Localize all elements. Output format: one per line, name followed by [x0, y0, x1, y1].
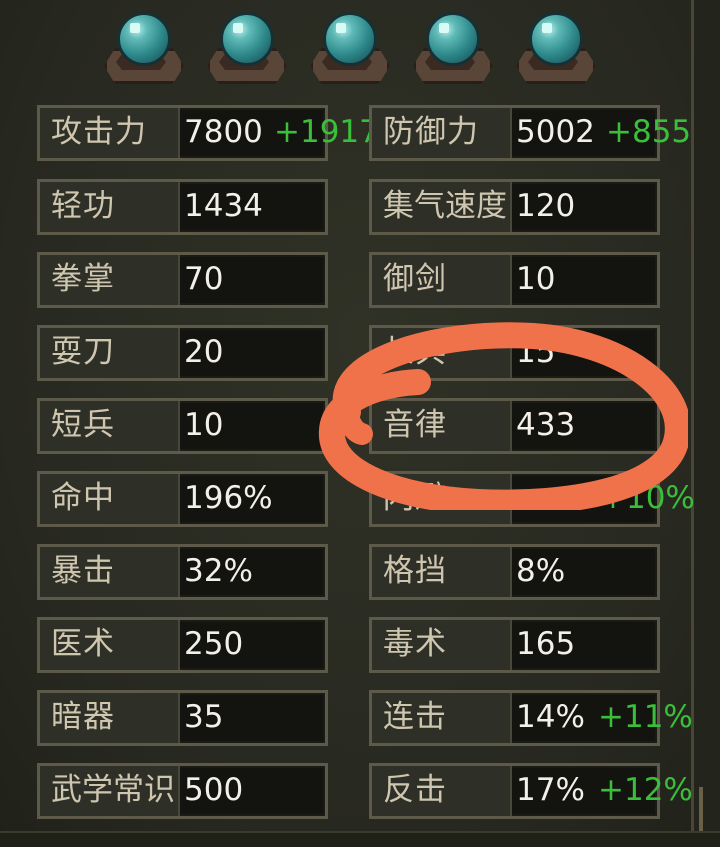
stat-row-crit: 暴击 32%: [37, 544, 328, 600]
stat-label: 集气速度: [383, 188, 507, 224]
stat-value: 433: [516, 407, 576, 443]
stat-value: 120: [516, 188, 576, 224]
stat-label: 御剑: [383, 261, 447, 297]
stat-row-combo: 连击 14% +11%: [369, 690, 693, 746]
stat-bonus: +12%: [598, 772, 693, 808]
stat-bonus: +11%: [598, 699, 693, 735]
stat-value: 32%: [184, 553, 253, 589]
stat-label: 暗器: [51, 699, 115, 735]
orb-slots: [100, 8, 620, 92]
stat-value: 1434: [184, 188, 263, 224]
stat-row-lightness: 轻功 1434: [37, 179, 328, 235]
stat-row-attack: 攻击力 7800 +1917: [37, 105, 379, 161]
panel-right-border: [691, 0, 720, 847]
stat-row-poison: 毒术 165: [369, 617, 660, 673]
stat-row-hit: 命中 196%: [37, 471, 328, 527]
stat-row-block: 格挡 8%: [369, 544, 660, 600]
stat-label: 连击: [383, 699, 447, 735]
stat-label: 音律: [383, 407, 447, 443]
stat-bonus: +855: [606, 114, 692, 150]
stat-row-counter: 反击 17% +12%: [369, 763, 693, 819]
teal-orb-icon[interactable]: [203, 8, 287, 92]
stat-row-charge-speed: 集气速度 120: [369, 179, 660, 235]
stat-row-short-weapon: 短兵 10: [37, 398, 328, 454]
stat-bonus: +1917: [274, 114, 379, 150]
stat-value: 165: [516, 626, 576, 662]
teal-orb-icon[interactable]: [409, 8, 493, 92]
stat-row-martial-knowledge: 武学常识 500: [37, 763, 328, 819]
stat-row-fist: 拳掌 70: [37, 252, 328, 308]
stat-value: 14%: [516, 699, 585, 735]
stat-label: 命中: [51, 480, 115, 516]
stat-row-hidden-weapon: 暗器 35: [37, 690, 328, 746]
stat-row-sword: 御剑 10: [369, 252, 660, 308]
stat-label: 格挡: [383, 553, 447, 589]
teal-orb-icon[interactable]: [100, 8, 184, 92]
stat-value: 10: [516, 261, 556, 297]
stat-value: 10: [184, 407, 224, 443]
stat-label: 防御力: [383, 114, 479, 150]
stat-value: 7800: [184, 114, 263, 150]
stat-row-blade: 耍刀 20: [37, 325, 328, 381]
stat-row-defense: 防御力 5002 +855: [369, 105, 691, 161]
stat-value: 500: [184, 772, 244, 808]
stat-value: 5002: [516, 114, 595, 150]
stat-label: 医术: [51, 626, 115, 662]
stat-row-long-weapon: 长兵 15: [369, 325, 660, 381]
teal-orb-icon[interactable]: [306, 8, 390, 92]
stat-value: 70: [184, 261, 224, 297]
stat-label: 短兵: [51, 407, 115, 443]
stat-label: 闪避: [383, 480, 447, 516]
stat-label: 武学常识: [51, 772, 175, 808]
stat-row-dodge: 闪避 +10%: [369, 471, 695, 527]
stat-label: 暴击: [51, 553, 115, 589]
stat-label: 反击: [383, 772, 447, 808]
stat-value: 15: [516, 334, 556, 370]
stat-value: 35: [184, 699, 224, 735]
stat-label: 拳掌: [51, 261, 115, 297]
stat-row-music: 音律 433: [369, 398, 660, 454]
teal-orb-icon[interactable]: [512, 8, 596, 92]
stat-label: 轻功: [51, 188, 115, 224]
stat-label: 毒术: [383, 626, 447, 662]
stat-value: 250: [184, 626, 244, 662]
stat-value: 8%: [516, 553, 566, 589]
stat-label: 耍刀: [51, 334, 115, 370]
stat-bonus: +10%: [600, 480, 695, 516]
stat-row-medicine: 医术 250: [37, 617, 328, 673]
stat-label: 攻击力: [51, 114, 147, 150]
panel-bottom-border: [0, 831, 720, 847]
stat-value: 196%: [184, 480, 273, 516]
stat-value: 17%: [516, 772, 585, 808]
stat-label: 长兵: [383, 334, 447, 370]
stat-value: 20: [184, 334, 224, 370]
